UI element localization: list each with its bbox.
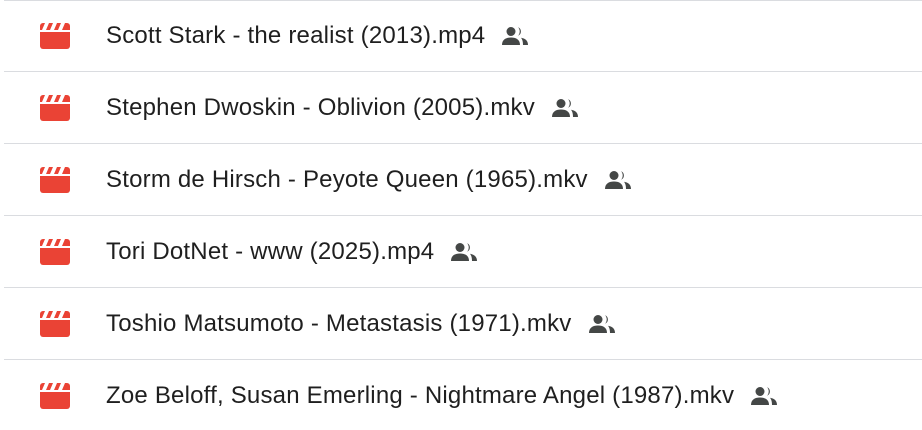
shared-people-icon — [551, 98, 578, 117]
video-file-icon — [40, 310, 70, 337]
file-row[interactable]: Toshio Matsumoto - Metastasis (1971).mkv — [4, 288, 922, 360]
file-name: Toshio Matsumoto - Metastasis (1971).mkv — [106, 309, 572, 337]
video-file-icon — [40, 94, 70, 121]
video-file-icon — [40, 238, 70, 265]
file-row[interactable]: Scott Stark - the realist (2013).mp4 — [4, 0, 922, 72]
shared-people-icon — [502, 27, 529, 45]
file-name: Stephen Dwoskin - Oblivion (2005).mkv — [106, 93, 535, 121]
video-file-icon — [40, 23, 70, 49]
shared-people-icon — [751, 387, 778, 405]
file-list: Scott Stark - the realist (2013).mp4 Ste… — [0, 0, 922, 430]
file-row[interactable]: Storm de Hirsch - Peyote Queen (1965).mk… — [4, 144, 922, 216]
file-row[interactable]: Stephen Dwoskin - Oblivion (2005).mkv — [4, 72, 922, 144]
video-file-icon — [40, 166, 70, 193]
file-row[interactable]: Zoe Beloff, Susan Emerling - Nightmare A… — [4, 360, 922, 430]
shared-people-icon — [451, 242, 478, 261]
shared-people-icon — [588, 314, 615, 333]
file-name: Scott Stark - the realist (2013).mp4 — [106, 22, 486, 49]
file-row[interactable]: Tori DotNet - www (2025).mp4 — [4, 216, 922, 288]
file-name: Zoe Beloff, Susan Emerling - Nightmare A… — [106, 382, 735, 409]
file-name: Storm de Hirsch - Peyote Queen (1965).mk… — [106, 165, 588, 193]
shared-people-icon — [604, 170, 631, 189]
video-file-icon — [40, 383, 70, 409]
file-name: Tori DotNet - www (2025).mp4 — [106, 237, 435, 265]
